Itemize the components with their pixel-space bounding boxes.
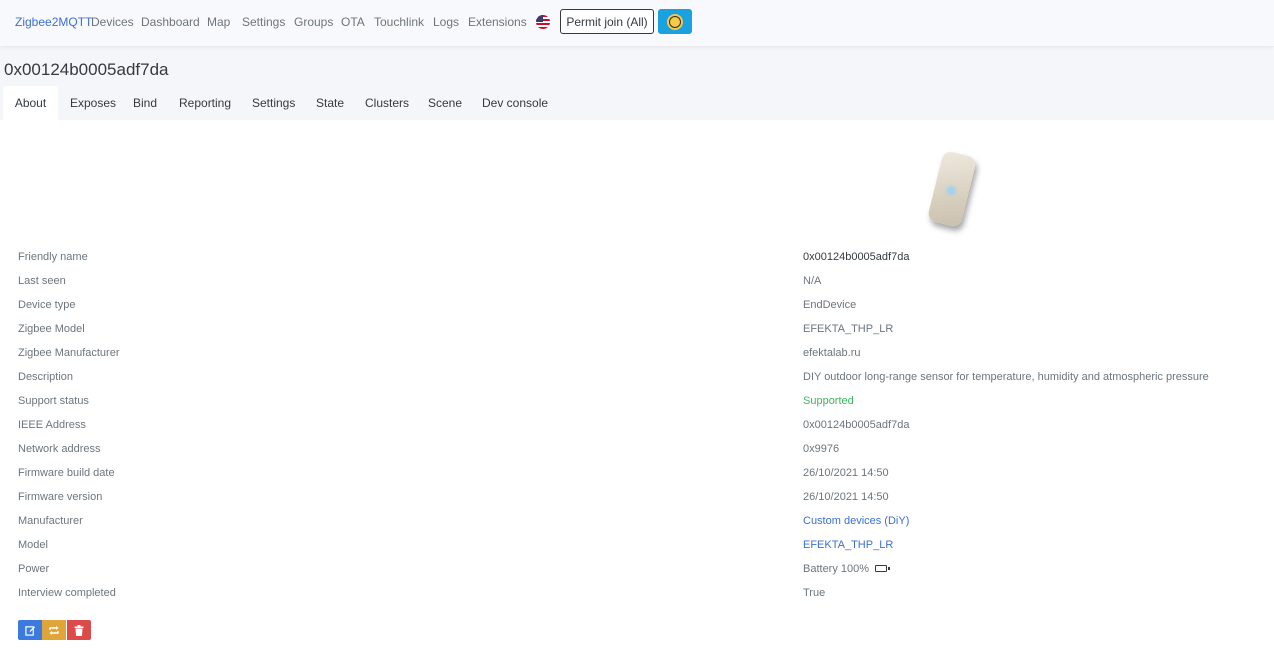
support-status-value: Supported: [803, 395, 854, 407]
network-address-value: 0x9976: [803, 443, 840, 455]
tab-dev-console[interactable]: Dev console: [482, 86, 548, 120]
power-value: Battery 100%: [803, 563, 890, 575]
device-led: [946, 186, 956, 195]
reconfigure-icon: [49, 625, 59, 635]
edit-icon: [24, 625, 35, 636]
info-row-friendly-name: Friendly name 0x00124b0005adf7da: [18, 251, 1258, 275]
top-navbar: Zigbee2MQTT Devices Dashboard Map Settin…: [0, 0, 1274, 46]
info-label: Last seen: [18, 275, 66, 287]
info-row-zigbee-manufacturer: Zigbee Manufacturer efektalab.ru: [18, 347, 1258, 371]
info-row-model: Model EFEKTA_THP_LR: [18, 539, 1258, 563]
theme-toggle-button[interactable]: [658, 9, 692, 34]
info-row-firmware-version: Firmware version 26/10/2021 14:50: [18, 491, 1258, 515]
info-row-manufacturer: Manufacturer Custom devices (DiY): [18, 515, 1258, 539]
info-label: Support status: [18, 395, 89, 407]
info-label: Network address: [18, 443, 101, 455]
info-label: Description: [18, 371, 74, 383]
info-label: Manufacturer: [18, 515, 83, 527]
nav-logs[interactable]: Logs: [433, 15, 459, 29]
info-row-power: Power Battery 100%: [18, 563, 1258, 587]
zigbee-manufacturer-value: efektalab.ru: [803, 347, 861, 359]
info-row-device-type: Device type EndDevice: [18, 299, 1258, 323]
info-row-ieee-address: IEEE Address 0x00124b0005adf7da: [18, 419, 1258, 443]
tab-settings[interactable]: Settings: [252, 86, 295, 120]
info-label: Interview completed: [18, 587, 116, 599]
nav-devices[interactable]: Devices: [91, 15, 134, 29]
nav-ota[interactable]: OTA: [341, 15, 365, 29]
us-flag-icon[interactable]: [536, 15, 550, 29]
tab-bind[interactable]: Bind: [133, 86, 157, 120]
model-link[interactable]: EFEKTA_THP_LR: [803, 539, 893, 551]
device-image: [926, 149, 978, 229]
reconfigure-button[interactable]: [42, 620, 66, 640]
info-label: Firmware build date: [18, 467, 115, 479]
firmware-version-value: 26/10/2021 14:50: [803, 491, 889, 503]
info-label: Power: [18, 563, 50, 575]
firmware-build-date-value: 26/10/2021 14:50: [803, 467, 889, 479]
trash-icon: [74, 624, 84, 636]
info-label: Zigbee Manufacturer: [18, 347, 120, 359]
nav-extensions[interactable]: Extensions: [468, 15, 527, 29]
nav-groups[interactable]: Groups: [294, 15, 333, 29]
tab-state[interactable]: State: [316, 86, 344, 120]
nav-settings[interactable]: Settings: [242, 15, 285, 29]
info-row-last-seen: Last seen N/A: [18, 275, 1258, 299]
remove-device-button[interactable]: [67, 620, 91, 640]
device-tabs: About Exposes Bind Reporting Settings St…: [0, 86, 1274, 120]
info-row-firmware-build-date: Firmware build date 26/10/2021 14:50: [18, 467, 1258, 491]
page-title: 0x00124b0005adf7da: [4, 60, 169, 79]
info-label: Firmware version: [18, 491, 103, 503]
nav-touchlink[interactable]: Touchlink: [374, 15, 424, 29]
permit-join-button[interactable]: Permit join (All): [560, 9, 654, 34]
interview-completed-value: True: [803, 587, 826, 599]
friendly-name-value: 0x00124b0005adf7da: [803, 251, 910, 263]
info-row-network-address: Network address 0x9976: [18, 443, 1258, 467]
info-label: Model: [18, 539, 48, 551]
info-row-description: Description DIY outdoor long-range senso…: [18, 371, 1258, 395]
brand-link[interactable]: Zigbee2MQTT: [15, 15, 92, 29]
nav-dashboard[interactable]: Dashboard: [141, 15, 200, 29]
manufacturer-link[interactable]: Custom devices (DiY): [803, 515, 909, 527]
info-label: Device type: [18, 299, 76, 311]
rename-button[interactable]: [18, 620, 42, 640]
tab-clusters[interactable]: Clusters: [365, 86, 409, 120]
sun-icon: [669, 15, 681, 28]
device-type-value: EndDevice: [803, 299, 857, 311]
info-row-interview-completed: Interview completed True: [18, 587, 1258, 611]
permit-join-label: Permit join (All): [566, 14, 648, 29]
info-label: Zigbee Model: [18, 323, 85, 335]
info-label: IEEE Address: [18, 419, 86, 431]
last-seen-value: N/A: [803, 275, 822, 287]
battery-full-icon: [875, 564, 890, 572]
tab-scene[interactable]: Scene: [428, 86, 462, 120]
info-row-support-status: Support status Supported: [18, 395, 1258, 419]
power-text: Battery 100%: [803, 563, 870, 575]
info-row-zigbee-model: Zigbee Model EFEKTA_THP_LR: [18, 323, 1258, 347]
nav-map[interactable]: Map: [207, 15, 230, 29]
ieee-address-value: 0x00124b0005adf7da: [803, 419, 910, 431]
info-label: Friendly name: [18, 251, 88, 263]
tab-about[interactable]: About: [3, 86, 58, 120]
description-value: DIY outdoor long-range sensor for temper…: [803, 371, 1209, 383]
zigbee-model-value: EFEKTA_THP_LR: [803, 323, 894, 335]
tab-reporting[interactable]: Reporting: [179, 86, 231, 120]
tab-exposes[interactable]: Exposes: [70, 86, 116, 120]
